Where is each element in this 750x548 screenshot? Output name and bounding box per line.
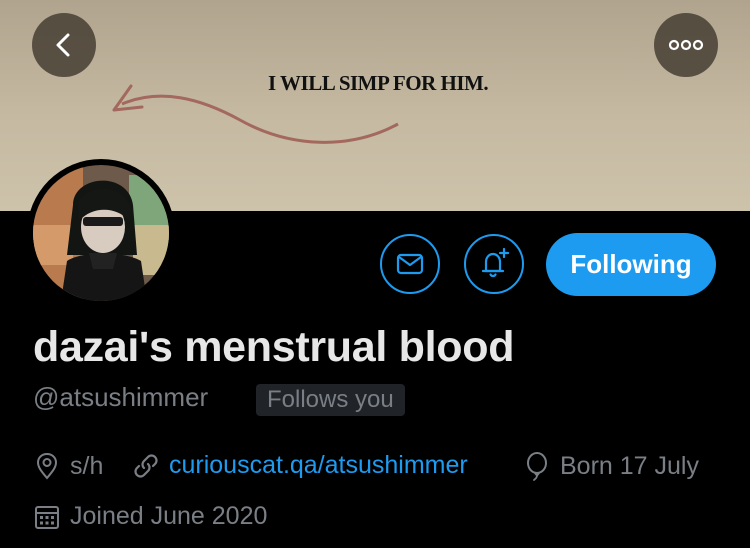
display-name: dazai's menstrual blood [33, 323, 515, 371]
more-dots-icon [668, 39, 704, 51]
mail-icon [396, 253, 424, 275]
bell-plus-icon [481, 247, 510, 278]
location-text: s/h [70, 451, 104, 480]
website-item[interactable]: curiouscat.qa/atsushimmer [132, 451, 468, 480]
message-button[interactable] [380, 234, 440, 294]
balloon-icon [523, 451, 551, 481]
location-item: s/h [33, 451, 103, 481]
notifications-button[interactable] [464, 234, 524, 294]
back-button[interactable] [32, 13, 96, 77]
birthday-item: Born 17 July [523, 451, 699, 481]
more-options-button[interactable] [654, 13, 718, 77]
follows-you-badge: Follows you [256, 384, 405, 416]
avatar[interactable] [33, 165, 169, 301]
joined-item: Joined June 2020 [33, 502, 267, 531]
location-pin-icon [33, 451, 61, 481]
link-icon [132, 452, 160, 480]
banner-caption: I WILL SIMP FOR HIM. [268, 71, 489, 95]
calendar-icon [33, 503, 61, 531]
following-button[interactable]: Following [546, 233, 716, 296]
handle: @atsushimmer [33, 382, 209, 412]
joined-text: Joined June 2020 [70, 502, 268, 530]
chevron-left-icon [56, 33, 70, 57]
birthday-text: Born 17 July [560, 451, 699, 480]
website-link[interactable]: curiouscat.qa/atsushimmer [169, 451, 468, 480]
